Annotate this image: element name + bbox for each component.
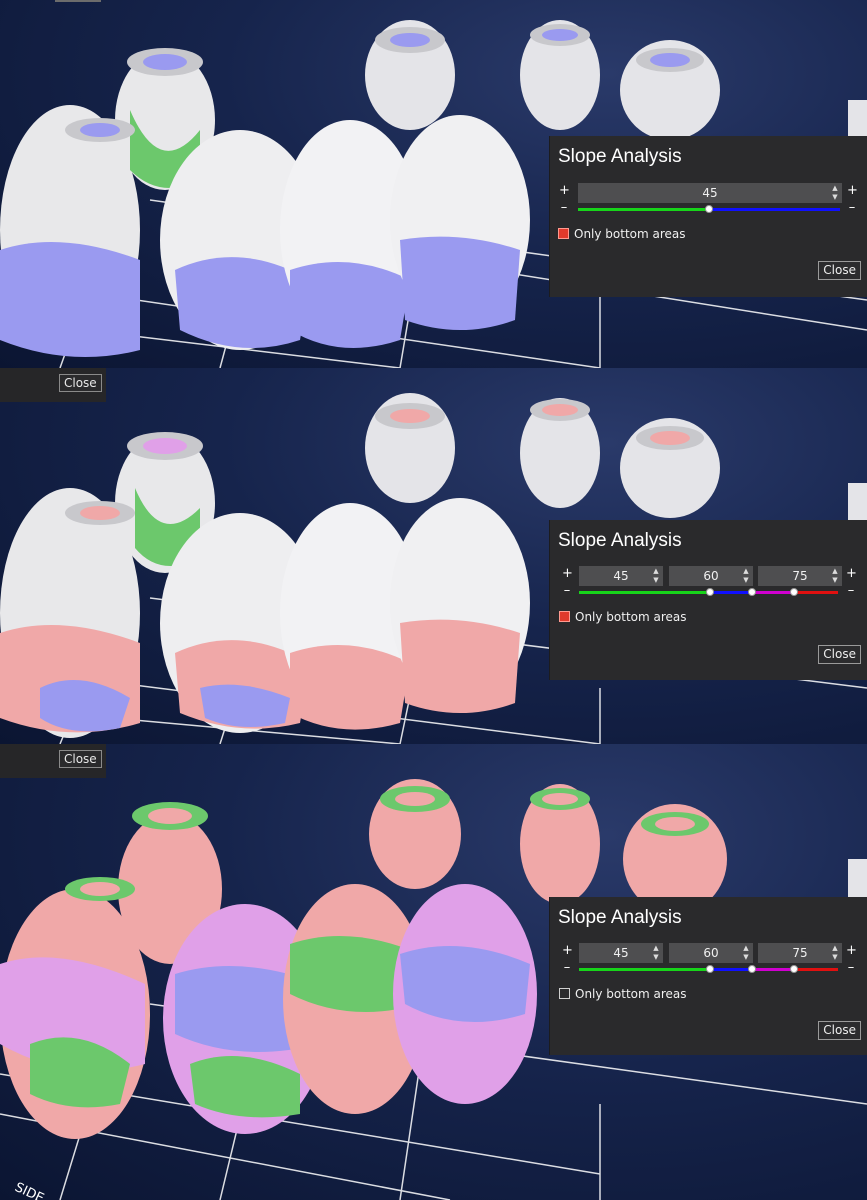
threshold-45-spinbox[interactable]: 45 ▲ ▼ xyxy=(579,566,663,586)
checkbox-label: Only bottom areas xyxy=(575,610,687,624)
threshold-value: 60 xyxy=(703,569,719,583)
slider-magenta-segment xyxy=(752,591,794,594)
decrease-button-right[interactable]: – xyxy=(846,583,856,598)
only-bottom-areas-checkbox[interactable]: Only bottom areas xyxy=(558,227,686,241)
close-button[interactable]: Close xyxy=(818,1021,861,1040)
slider-blue-segment xyxy=(710,591,752,594)
checkbox-label: Only bottom areas xyxy=(575,987,687,1001)
spin-up-icon[interactable]: ▲ xyxy=(831,184,839,192)
close-tab: Close xyxy=(0,744,106,778)
spin-down-icon[interactable]: ▼ xyxy=(831,576,839,584)
spin-up-icon[interactable]: ▲ xyxy=(652,567,660,575)
threshold-value: 60 xyxy=(703,946,719,960)
slider-handle-45[interactable] xyxy=(705,205,713,213)
only-bottom-areas-checkbox[interactable]: Only bottom areas xyxy=(559,610,687,624)
threshold-45-spinbox[interactable]: 45 ▲ ▼ xyxy=(579,943,663,963)
view-orientation-label: SIDE xyxy=(12,1180,46,1200)
checkbox-checked-icon[interactable] xyxy=(559,611,570,622)
slope-analysis-panel: Slope Analysis + – + – 45 ▲ ▼ Only botto… xyxy=(549,136,867,297)
slider-handle-75[interactable] xyxy=(790,965,798,973)
close-button[interactable]: Close xyxy=(818,645,861,664)
slider-handle-60[interactable] xyxy=(748,588,756,596)
threshold-75-spinbox[interactable]: 75 ▲ ▼ xyxy=(758,566,842,586)
threshold-value: 75 xyxy=(792,946,808,960)
slider-red-segment xyxy=(794,591,838,594)
threshold-value: 45 xyxy=(613,569,629,583)
checkbox-checked-icon[interactable] xyxy=(558,228,569,239)
spin-up-icon[interactable]: ▲ xyxy=(831,944,839,952)
slider-handle-45[interactable] xyxy=(706,588,714,596)
increase-button-right[interactable]: + xyxy=(846,566,857,581)
screenshot-frame-3: SIDE Close Slope Analysis + – + – 45 ▲ ▼… xyxy=(0,744,867,1200)
only-bottom-areas-checkbox[interactable]: Only bottom areas xyxy=(559,987,687,1001)
checkbox-unchecked-icon[interactable] xyxy=(559,988,570,999)
slider-blue-segment xyxy=(709,208,840,211)
close-tab: Close xyxy=(0,368,106,402)
threshold-slider[interactable] xyxy=(579,588,838,596)
slope-analysis-panel: Slope Analysis + – + – 45 ▲ ▼ 60 ▲ ▼ 75 … xyxy=(549,897,867,1055)
previous-close-button-edge xyxy=(55,0,101,2)
decrease-button-right[interactable]: – xyxy=(847,200,857,215)
view-label-side: SIDE xyxy=(12,1180,46,1200)
close-tab-button[interactable]: Close xyxy=(59,374,102,392)
increase-button-right[interactable]: + xyxy=(847,183,858,198)
threshold-slider[interactable] xyxy=(578,205,840,213)
spin-down-icon[interactable]: ▼ xyxy=(652,576,660,584)
threshold-value: 45 xyxy=(613,946,629,960)
increase-button[interactable]: + xyxy=(562,943,573,958)
spin-down-icon[interactable]: ▼ xyxy=(831,953,839,961)
screenshot-frame-1: Slope Analysis + – + – 45 ▲ ▼ Only botto… xyxy=(0,0,867,368)
checkbox-label: Only bottom areas xyxy=(574,227,686,241)
slider-handle-45[interactable] xyxy=(706,965,714,973)
slider-blue-segment xyxy=(710,968,752,971)
slider-green-segment xyxy=(578,208,709,211)
slider-green-segment xyxy=(579,591,710,594)
spin-up-icon[interactable]: ▲ xyxy=(831,567,839,575)
decrease-button[interactable]: – xyxy=(562,960,572,975)
close-button[interactable]: Close xyxy=(818,261,861,280)
increase-button[interactable]: + xyxy=(559,183,570,198)
decrease-button-right[interactable]: – xyxy=(846,960,856,975)
threshold-45-spinbox[interactable]: 45 ▲ ▼ xyxy=(578,183,842,203)
spin-up-icon[interactable]: ▲ xyxy=(652,944,660,952)
slider-handle-60[interactable] xyxy=(748,965,756,973)
decrease-button[interactable]: – xyxy=(559,200,569,215)
increase-button-right[interactable]: + xyxy=(846,943,857,958)
decrease-button[interactable]: – xyxy=(562,583,572,598)
spin-down-icon[interactable]: ▼ xyxy=(831,193,839,201)
spin-down-icon[interactable]: ▼ xyxy=(742,953,750,961)
threshold-value: 45 xyxy=(702,186,718,200)
close-tab-button[interactable]: Close xyxy=(59,750,102,768)
panel-title: Slope Analysis xyxy=(558,530,682,551)
slider-handle-75[interactable] xyxy=(790,588,798,596)
spin-down-icon[interactable]: ▼ xyxy=(652,953,660,961)
threshold-60-spinbox[interactable]: 60 ▲ ▼ xyxy=(669,943,753,963)
spin-up-icon[interactable]: ▲ xyxy=(742,944,750,952)
slider-magenta-segment xyxy=(752,968,794,971)
spin-up-icon[interactable]: ▲ xyxy=(742,567,750,575)
slider-red-segment xyxy=(794,968,838,971)
panel-title: Slope Analysis xyxy=(558,146,682,167)
spin-down-icon[interactable]: ▼ xyxy=(742,576,750,584)
threshold-75-spinbox[interactable]: 75 ▲ ▼ xyxy=(758,943,842,963)
slope-analysis-panel: Slope Analysis + – + – 45 ▲ ▼ 60 ▲ ▼ 75 … xyxy=(549,520,867,680)
threshold-value: 75 xyxy=(792,569,808,583)
screenshot-frame-2: Close Slope Analysis + – + – 45 ▲ ▼ 60 ▲… xyxy=(0,368,867,744)
threshold-60-spinbox[interactable]: 60 ▲ ▼ xyxy=(669,566,753,586)
increase-button[interactable]: + xyxy=(562,566,573,581)
threshold-slider[interactable] xyxy=(579,965,838,973)
panel-title: Slope Analysis xyxy=(558,907,682,928)
slider-green-segment xyxy=(579,968,710,971)
